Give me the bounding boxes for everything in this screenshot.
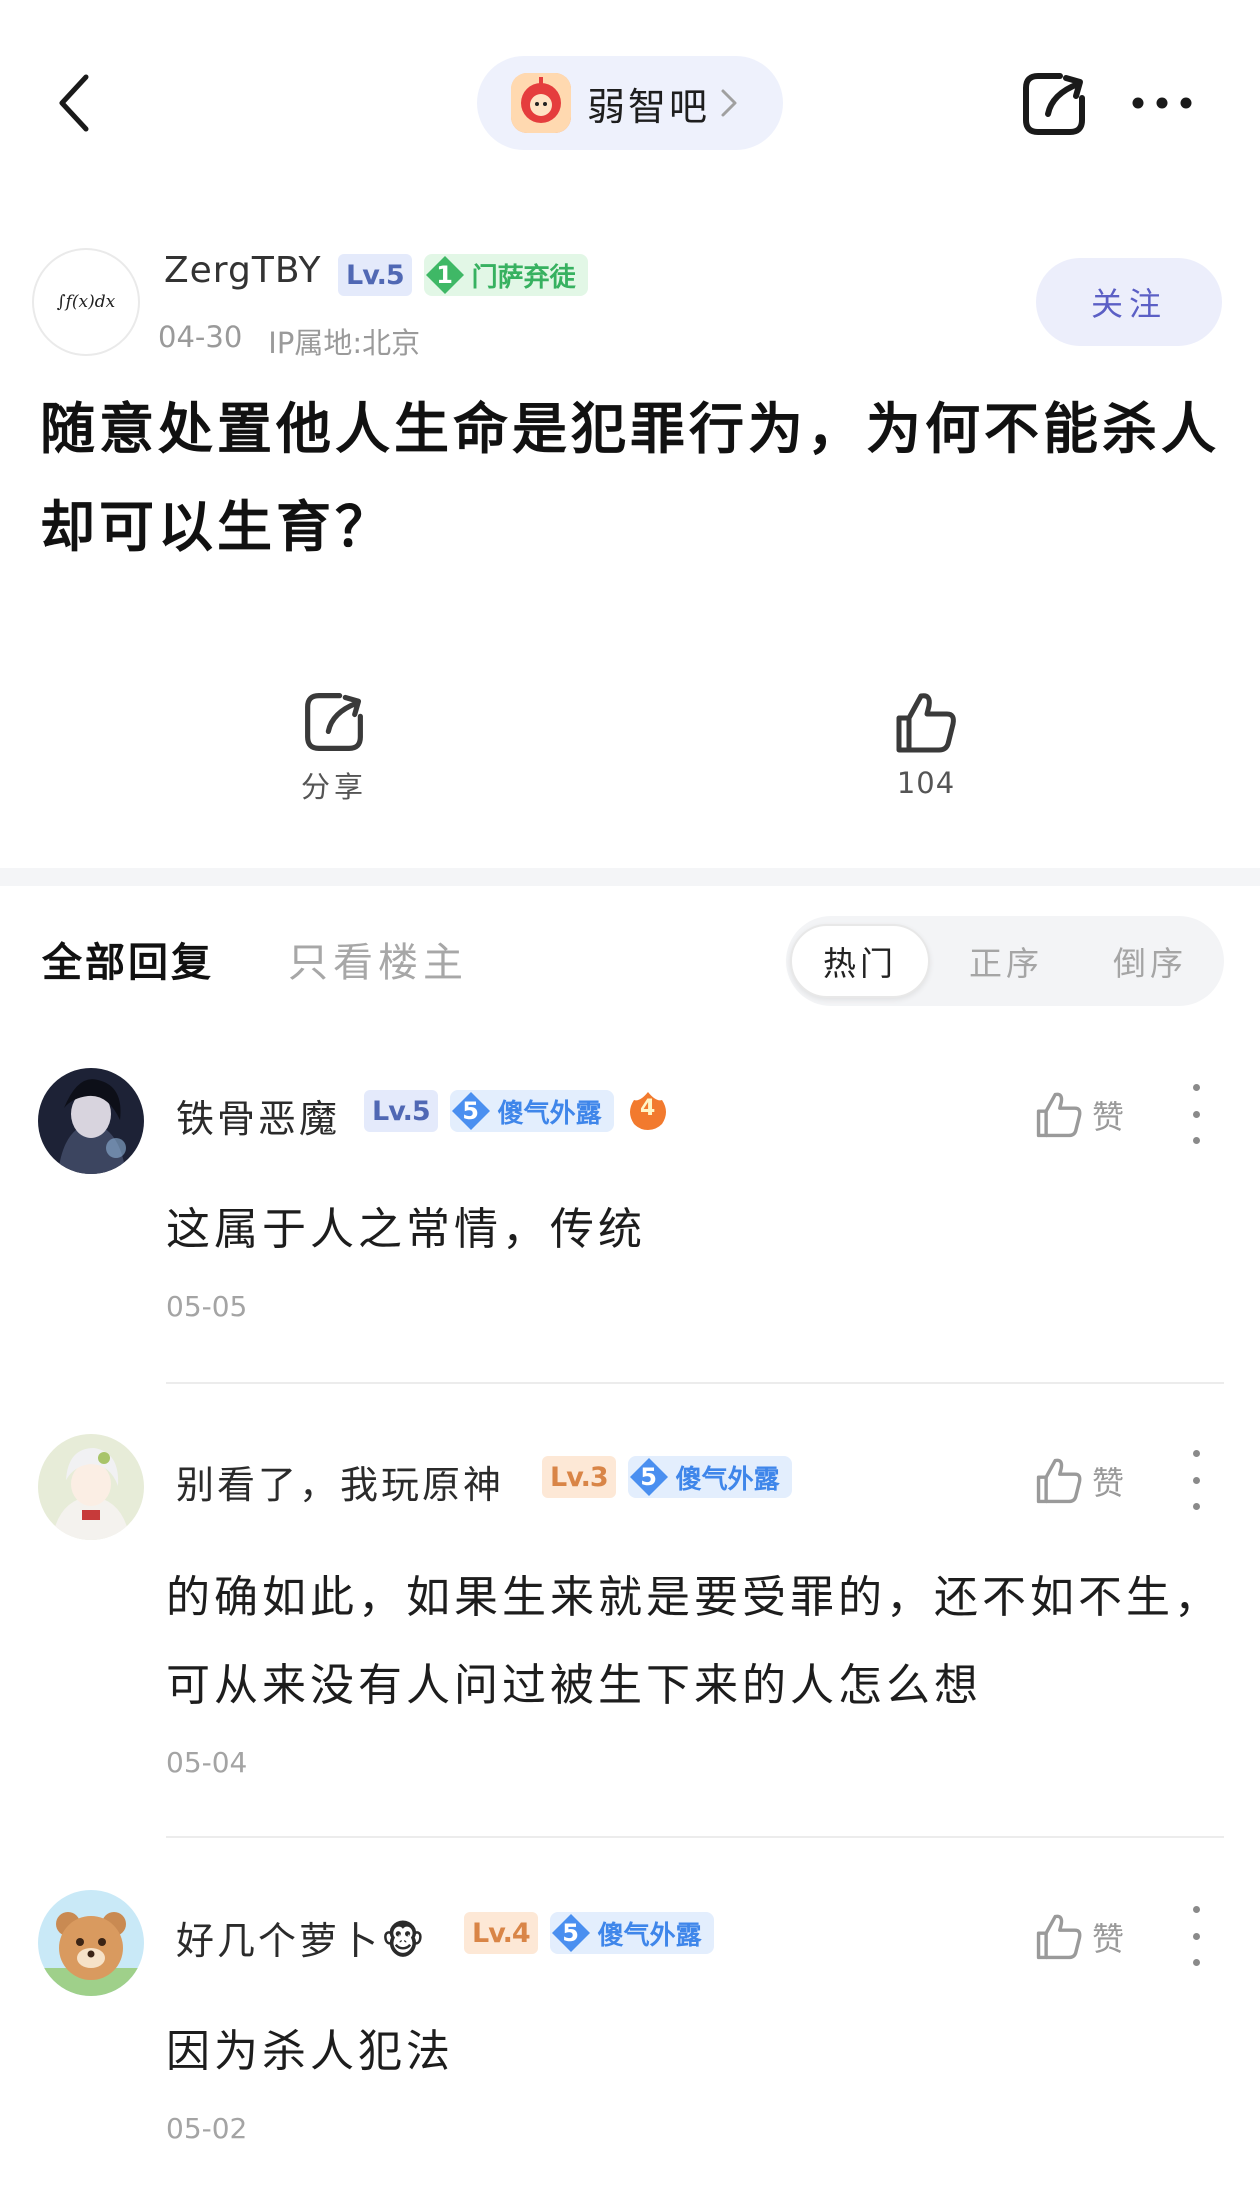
thumbs-up-icon [1036,1458,1082,1504]
tab-only-op[interactable]: 只看楼主 [288,930,468,988]
author-badges: Lv.5 1 门萨弃徒 [338,254,588,296]
comment-badges: Lv.4 5 傻气外露 [464,1912,714,1954]
post-meta: 04-30 IP属地:北京 [158,320,420,362]
comment-username-text: 好几个萝卜 [176,1919,382,1963]
level-badge: Lv.3 [542,1456,616,1498]
title-text: 门萨弃徒 [471,262,576,293]
comment-text: 因为杀人犯法 [166,2026,454,2077]
comment-date: 05-02 [166,2112,248,2145]
diamond-icon: 5 [450,1090,492,1132]
like-count: 104 [896,766,956,800]
comment-divider [166,1836,1224,1838]
title-badge: 5 傻气外露 [449,1090,614,1132]
share-icon [305,693,363,751]
author-name[interactable]: ZergTBY [164,250,322,291]
author-avatar-formula: ∫f(x)dx [56,292,116,312]
level-badge: Lv.5 [364,1090,438,1132]
more-vertical-icon[interactable] [1186,1906,1206,1966]
monkey-emoji-icon: 🐵 [381,1919,428,1963]
sort-ascending[interactable]: 正序 [936,924,1076,998]
reply-tabs: 全部回复 只看楼主 热门 正序 倒序 [0,910,1260,1016]
more-horizontal-icon [1132,97,1192,109]
title-rank: 5 [462,1097,479,1125]
diamond-icon: 5 [628,1456,670,1498]
title-text: 傻气外露 [675,1464,780,1495]
sort-descending[interactable]: 倒序 [1080,924,1220,998]
more-vertical-icon[interactable] [1186,1084,1206,1144]
title-rank: 5 [640,1463,657,1491]
share-action[interactable]: 分享 [254,690,414,806]
title-text: 傻气外露 [597,1920,702,1951]
level-badge: Lv.4 [464,1912,538,1954]
post-date: 04-30 [158,320,243,354]
like-label: 赞 [1092,1098,1125,1136]
level-badge: Lv.5 [338,254,412,296]
sort-toggle: 热门 正序 倒序 [786,916,1224,1006]
comment-divider [166,1382,1224,1384]
sort-hot[interactable]: 热门 [790,924,930,998]
like-label: 赞 [1092,1464,1125,1502]
comment-date: 05-05 [166,1290,248,1323]
forum-name: 弱智吧 [587,84,711,129]
section-divider [0,868,1260,886]
more-vertical-icon[interactable] [1186,1450,1206,1510]
post-actions: 分享 104 [0,690,1260,860]
comment-badges: Lv.3 5 傻气外露 [542,1456,792,1498]
thumbs-up-icon [896,693,956,753]
like-button[interactable]: 赞 [1034,1456,1124,1506]
like-action[interactable]: 104 [846,690,1006,800]
title-text: 傻气外露 [497,1098,602,1129]
avatar[interactable] [38,1068,144,1174]
comment-text: 这属于人之常情，传统 [166,1204,646,1255]
share-label: 分享 [300,770,367,804]
tab-all-replies[interactable]: 全部回复 [42,930,214,988]
thumbs-up-icon [1036,1914,1082,1960]
comment-badges: Lv.5 5 傻气外露 4 [364,1090,670,1132]
comment-username[interactable]: 好几个萝卜🐵 [176,1910,428,1965]
title-badge: 5 傻气外露 [627,1456,792,1498]
top-bar: 弱智吧 [0,0,1260,200]
comment-username[interactable]: 别看了，我玩原神 [176,1454,504,1509]
comment-date: 05-04 [166,1746,248,1779]
like-label: 赞 [1092,1920,1125,1958]
back-button[interactable] [44,68,104,138]
avatar[interactable] [38,1434,144,1540]
follow-button[interactable]: 关注 [1036,258,1222,346]
chevron-right-icon [720,88,738,118]
diamond-icon: 5 [550,1912,592,1954]
like-button[interactable]: 赞 [1034,1912,1124,1962]
title-rank: 5 [562,1919,579,1947]
title-badge: 1 门萨弃徒 [423,254,588,296]
post-title: 随意处置他人生命是犯罪行为，为何不能杀人却可以生育？ [40,396,1221,559]
comment-username[interactable]: 铁骨恶魔 [176,1088,340,1143]
thumbs-up-icon [1036,1092,1082,1138]
title-badge: 5 傻气外露 [549,1912,714,1954]
diamond-icon: 1 [424,254,466,296]
like-button[interactable]: 赞 [1034,1090,1124,1140]
forum-link[interactable]: 弱智吧 [477,56,783,150]
fire-badge-count: 4 [640,1096,656,1121]
forum-avatar [511,73,571,133]
chevron-left-icon [59,74,89,132]
author-avatar[interactable]: ∫f(x)dx [32,248,140,356]
ip-location: IP属地:北京 [268,326,421,360]
more-options-button[interactable] [1130,88,1194,118]
share-icon [1023,73,1085,135]
comment-text: 的确如此，如果生来就是要受罪的，还不如不生，可从来没有人问过被生下来的人怎么想 [166,1572,1222,1711]
share-button[interactable] [1020,70,1088,138]
fire-badge-icon: 4 [626,1090,670,1132]
avatar[interactable] [38,1890,144,1996]
title-rank: 1 [436,261,453,289]
